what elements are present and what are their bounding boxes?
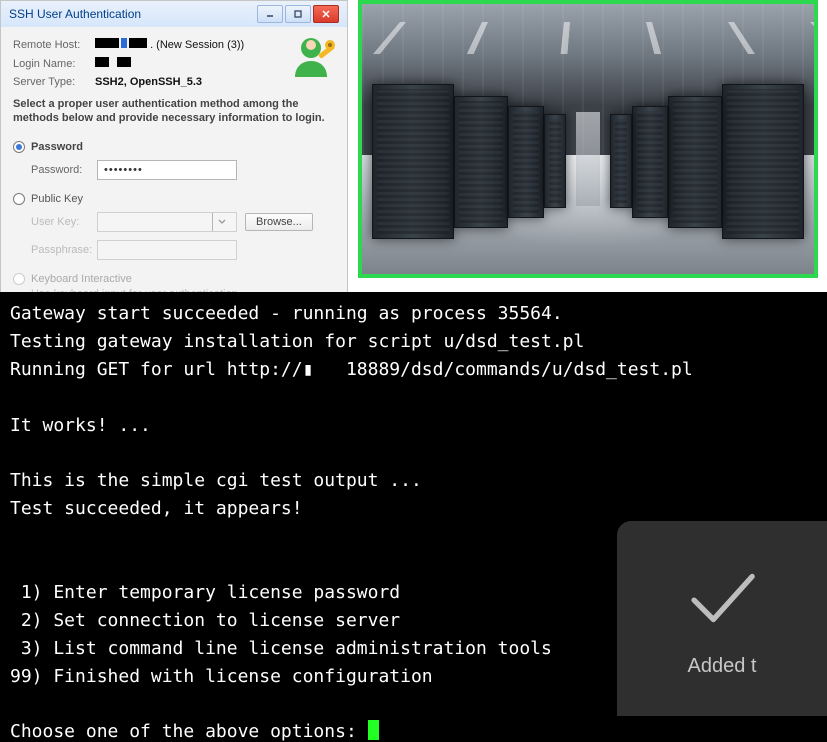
user-key-label: User Key: [31,216,97,228]
instruction-text: Select a proper user authentication meth… [13,91,335,134]
remote-host-suffix: . (New Session (3)) [150,39,244,51]
auth-option-password[interactable]: Password [13,138,335,156]
login-name-label: Login Name: [13,58,95,70]
auth-option-password-label: Password [31,141,83,153]
radio-icon [13,141,25,153]
user-key-combo [97,212,237,232]
browse-button[interactable]: Browse... [245,213,313,231]
login-name-value [95,57,131,70]
passphrase-input [97,240,237,260]
auth-option-publickey-label: Public Key [31,193,83,205]
remote-host-value: . (New Session (3)) [95,38,244,51]
auth-option-keyboard: Keyboard Interactive [13,270,335,288]
terminal-output[interactable]: Gateway start succeeded - running as pro… [0,292,827,742]
auth-option-keyboard-label: Keyboard Interactive [31,273,132,285]
chevron-down-icon [212,213,230,231]
window-controls [257,5,339,23]
checkmark-icon [679,555,765,641]
password-field-label: Password: [31,164,97,176]
server-type-label: Server Type: [13,76,95,88]
toast-text: Added t [688,651,757,682]
remote-host-label: Remote Host: [13,39,95,51]
close-button[interactable] [313,5,339,23]
dialog-titlebar: SSH User Authentication [1,1,347,27]
datacenter-image [358,0,818,278]
passphrase-label: Passphrase: [31,244,97,256]
maximize-button[interactable] [285,5,311,23]
minimize-button[interactable] [257,5,283,23]
auth-option-publickey[interactable]: Public Key [13,190,335,208]
password-input[interactable]: •••••••• [97,160,237,180]
radio-icon [13,193,25,205]
server-type-value: SSH2, OpenSSH_5.3 [95,76,202,88]
user-key-icon [285,31,337,83]
toast-notification: Added t [617,521,827,716]
terminal-cursor [368,720,379,740]
dialog-title: SSH User Authentication [9,7,141,21]
terminal-text: Gateway start succeeded - running as pro… [10,303,693,742]
radio-icon [13,273,25,285]
